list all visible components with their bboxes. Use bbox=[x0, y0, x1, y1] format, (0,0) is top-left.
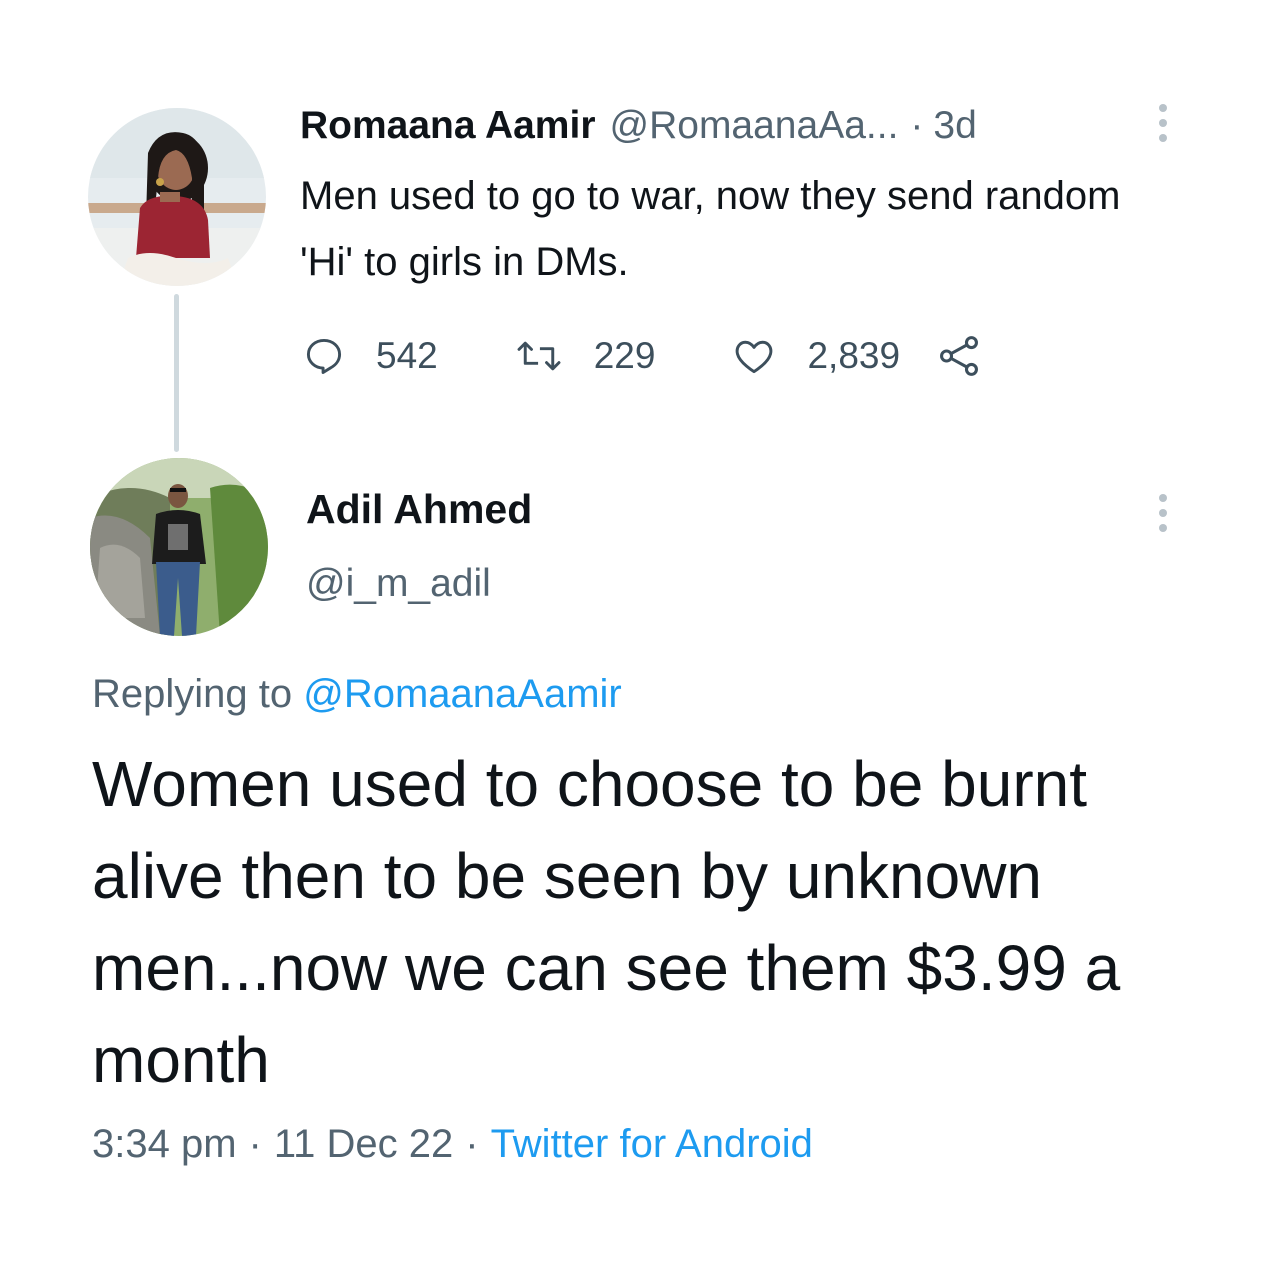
tweet-thread-view: Romaana Aamir @RomaanaAa... · 3d Men use… bbox=[0, 0, 1280, 1280]
more-options-icon[interactable] bbox=[1157, 104, 1169, 142]
retweet-icon bbox=[517, 341, 561, 371]
avatar[interactable] bbox=[90, 458, 268, 636]
retweet-button[interactable]: 229 bbox=[514, 334, 656, 378]
replying-to-mention[interactable]: @RomaanaAamir bbox=[303, 672, 622, 716]
tweet-source[interactable]: Twitter for Android bbox=[491, 1122, 813, 1166]
tweet-action-bar: 542 229 2,839 bbox=[302, 330, 982, 382]
reply-count: 542 bbox=[376, 335, 438, 376]
tweet-time[interactable]: 3:34 pm bbox=[92, 1122, 237, 1166]
original-tweet-header: Romaana Aamir @RomaanaAa... · 3d bbox=[300, 104, 977, 154]
like-count: 2,839 bbox=[807, 335, 901, 376]
tweet-age[interactable]: 3d bbox=[933, 104, 976, 148]
header-separator: · bbox=[910, 104, 924, 147]
reply-icon bbox=[306, 338, 342, 374]
thread-connector-line bbox=[174, 294, 179, 452]
author-name[interactable]: Romaana Aamir bbox=[300, 104, 596, 148]
retweet-count: 229 bbox=[593, 335, 656, 376]
tweet-date[interactable]: 11 Dec 22 bbox=[274, 1122, 453, 1166]
more-options-icon[interactable] bbox=[1157, 494, 1169, 532]
author-name[interactable]: Adil Ahmed bbox=[306, 486, 532, 533]
meta-separator: · bbox=[465, 1122, 479, 1166]
like-button[interactable]: 2,839 bbox=[731, 334, 900, 378]
share-icon bbox=[940, 336, 979, 376]
author-handle[interactable]: @RomaanaAa... bbox=[610, 104, 899, 148]
heart-icon bbox=[736, 340, 773, 374]
author-handle[interactable]: @i_m_adil bbox=[306, 562, 491, 606]
replying-to-line: Replying to @RomaanaAamir bbox=[92, 672, 622, 717]
original-tweet-text: Men used to go to war, now they send ran… bbox=[300, 174, 1121, 284]
reply-button[interactable]: 542 bbox=[302, 334, 438, 378]
tweet-metadata: 3:34 pm · 11 Dec 22 · Twitter for Android bbox=[92, 1122, 813, 1167]
reply-tweet-text: Women used to choose to be burnt alive t… bbox=[92, 748, 1121, 1096]
share-button[interactable] bbox=[936, 333, 982, 379]
avatar[interactable] bbox=[88, 108, 266, 286]
replying-to-prefix: Replying to bbox=[92, 672, 293, 716]
meta-separator: · bbox=[248, 1122, 262, 1166]
